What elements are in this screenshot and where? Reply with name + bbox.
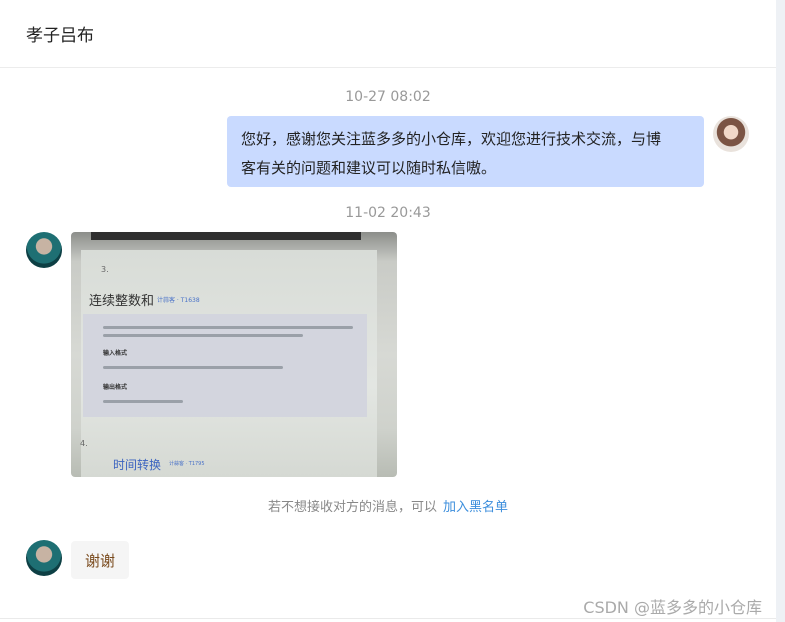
photo-dark-bar — [91, 232, 361, 240]
text-line — [103, 366, 283, 369]
output-format-heading: 输出格式 — [103, 384, 128, 391]
text-line — [103, 326, 353, 329]
problem-title: 连续整数和 — [89, 294, 155, 309]
my-message-bubble: 您好，感谢您关注蓝多多的小仓库，欢迎您进行技术交流，与博 客有关的问题和建议可以… — [227, 116, 704, 187]
scrollbar-track[interactable] — [776, 0, 785, 622]
problem-number: 3. — [101, 265, 109, 274]
message-text: 谢谢 — [84, 551, 115, 570]
text-line — [103, 334, 303, 337]
text-line — [103, 400, 183, 403]
contact-message-bubble: 谢谢 — [71, 541, 129, 579]
problem-link: 计蒜客 · T1638 — [157, 297, 200, 304]
contact-name: 孝子吕布 — [26, 26, 94, 46]
image-message[interactable]: 3. 连续整数和 计蒜客 · T1638 输入格式 输出格式 4. 时间转换 计… — [71, 232, 397, 477]
contact-avatar[interactable] — [26, 232, 62, 268]
contact-avatar[interactable] — [26, 540, 62, 576]
message-timestamp: 11-02 20:43 — [345, 205, 431, 221]
problem-statement-box: 输入格式 输出格式 — [83, 314, 367, 417]
watermark: CSDN @蓝多多的小仓库 — [583, 598, 762, 617]
problem-title: 时间转换 — [113, 458, 162, 472]
block-notice: 若不想接收对方的消息，可以 加入黑名单 — [0, 496, 776, 515]
divider — [0, 618, 776, 619]
message-timestamp: 10-27 08:02 — [345, 89, 431, 105]
message-text-line: 您好，感谢您关注蓝多多的小仓库，欢迎您进行技术交流，与博 — [241, 130, 662, 148]
chat-header: 孝子吕布 — [0, 0, 776, 68]
message-text-line: 客有关的问题和建议可以随时私信嗷。 — [241, 159, 497, 177]
chat-panel: 孝子吕布 10-27 08:02 您好，感谢您关注蓝多多的小仓库，欢迎您进行技术… — [0, 0, 776, 622]
block-notice-text: 若不想接收对方的消息，可以 — [267, 500, 437, 515]
problem-number: 4. — [80, 439, 88, 448]
input-format-heading: 输入格式 — [103, 350, 128, 357]
problem-link: 计蒜客 · T1795 — [169, 461, 205, 467]
add-to-blacklist-link[interactable]: 加入黑名单 — [443, 500, 508, 515]
my-avatar[interactable] — [713, 116, 749, 152]
